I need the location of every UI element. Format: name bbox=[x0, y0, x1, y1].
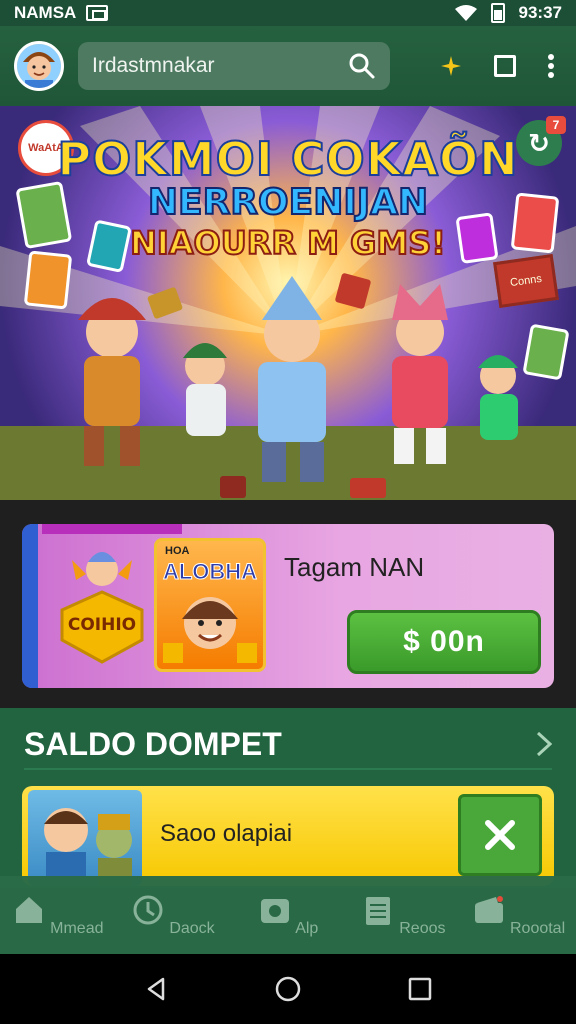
saldo-section: SALDO DOMPET Saoo olapiai bbox=[0, 708, 576, 888]
sim-icon bbox=[86, 5, 109, 21]
recents-icon[interactable] bbox=[407, 976, 433, 1002]
game-thumbnail[interactable]: HOA ALOBHA bbox=[154, 538, 266, 672]
price-button[interactable]: $ 00n bbox=[347, 610, 541, 674]
home-icon bbox=[15, 896, 42, 923]
home-circle-icon[interactable] bbox=[275, 976, 301, 1002]
nav-label-list: Reoos bbox=[399, 919, 446, 937]
tabs-square-icon[interactable] bbox=[494, 55, 516, 77]
nav-item-list[interactable]: Reoos bbox=[348, 893, 458, 938]
game-thumb-tag: HOA bbox=[165, 545, 190, 557]
battery-icon bbox=[490, 3, 505, 23]
system-nav-bar bbox=[0, 954, 576, 1024]
saldo-characters-icon bbox=[44, 808, 132, 886]
back-icon[interactable] bbox=[143, 976, 169, 1002]
saldo-card[interactable]: Saoo olapiai bbox=[22, 786, 554, 886]
nav-label-home: Mmead bbox=[50, 919, 104, 937]
wallet-icon bbox=[474, 895, 503, 923]
more-menu-icon[interactable] bbox=[548, 54, 554, 78]
avatar-face-icon bbox=[17, 44, 61, 88]
promo-strip bbox=[22, 524, 38, 688]
saldo-title: SALDO DOMPET bbox=[24, 725, 282, 762]
search-input[interactable]: Irdastmnakar bbox=[78, 42, 390, 90]
hero-banner[interactable]: WaAtA ↻ 7 POKMOI COKAÕN NERROENIJAN NIAO… bbox=[0, 106, 576, 500]
nav-label-clock: Daock bbox=[169, 919, 215, 937]
app-bar: Irdastmnakar bbox=[0, 26, 576, 106]
game-thumb-title: ALOBHA bbox=[162, 559, 258, 585]
nav-item-camera[interactable]: Alp bbox=[233, 893, 343, 938]
search-icon[interactable] bbox=[348, 52, 376, 80]
gold-emblem-text: COIHIO bbox=[68, 615, 136, 635]
chevron-right-icon[interactable] bbox=[536, 731, 552, 757]
hero-title-line3: NIAOURR M GMS! bbox=[129, 223, 447, 263]
promo-title: Tagam NAN bbox=[284, 552, 425, 582]
hero-title-line1: POKMOI COKAÕN bbox=[56, 131, 519, 187]
promo-section: COIHIO HOA ALOBHA Tagam NAN $ 00n bbox=[0, 500, 576, 708]
close-icon bbox=[485, 820, 515, 850]
clock-icon bbox=[133, 895, 163, 924]
promo-card[interactable]: COIHIO HOA ALOBHA Tagam NAN $ 00n bbox=[22, 524, 554, 688]
avatar[interactable] bbox=[14, 41, 64, 91]
saldo-thumbnail bbox=[28, 790, 142, 886]
search-value: Irdastmnakar bbox=[92, 54, 215, 77]
game-character-icon bbox=[163, 597, 257, 663]
nav-item-clock[interactable]: Daock bbox=[118, 893, 228, 938]
list-icon bbox=[365, 896, 390, 925]
bottom-nav: Mmead Daock Alp Reoos Roootal bbox=[0, 876, 576, 954]
status-bar: NAMSA 93:37 bbox=[0, 0, 576, 26]
hero-title-line2: NERROENIJAN bbox=[147, 181, 429, 224]
nav-label-wallet: Roootal bbox=[509, 919, 566, 937]
camera-icon bbox=[260, 898, 289, 923]
close-button[interactable] bbox=[458, 794, 542, 876]
clock-time: 93:37 bbox=[518, 3, 562, 22]
promo-tab bbox=[42, 524, 182, 534]
hero-sign: Conns bbox=[493, 254, 559, 308]
gold-emblem-icon: COIHIO bbox=[60, 552, 144, 664]
nav-item-home[interactable]: Mmead bbox=[3, 893, 113, 938]
saldo-card-text: Saoo olapiai bbox=[160, 820, 293, 847]
nav-label-camera: Alp bbox=[295, 919, 319, 937]
sparkle-icon[interactable] bbox=[440, 55, 462, 77]
wifi-icon bbox=[454, 5, 477, 21]
nav-item-wallet[interactable]: Roootal bbox=[463, 893, 573, 938]
carrier-name: NAMSA bbox=[14, 3, 77, 22]
saldo-header[interactable]: SALDO DOMPET bbox=[24, 726, 552, 770]
